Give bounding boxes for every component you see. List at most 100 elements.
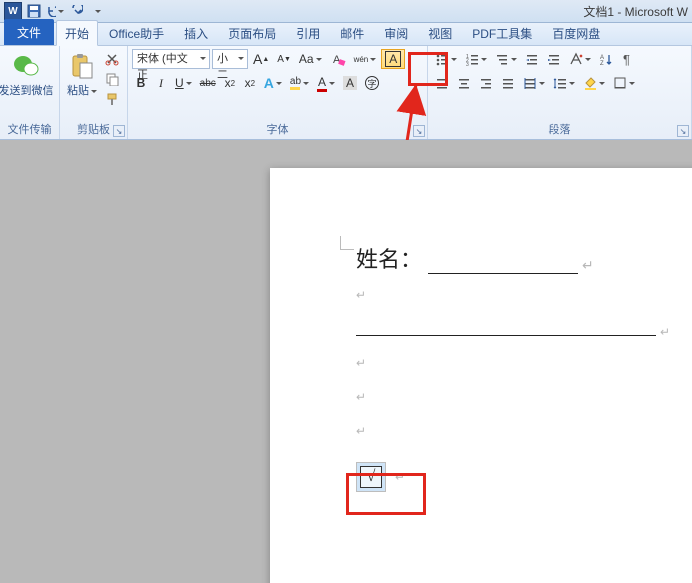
send-to-wechat-button[interactable]: 发送到微信 [4, 49, 48, 101]
line-spacing-button[interactable] [550, 73, 578, 93]
decrease-indent-button[interactable] [522, 49, 542, 69]
tab-home[interactable]: 开始 [56, 20, 98, 46]
clipboard-launcher[interactable]: ↘ [113, 125, 125, 137]
document-workspace: 姓名： ↵ ↵ ↵ ↵ ↵ ↵ √ ↵ [0, 140, 692, 583]
empty-para-4: ↵ [356, 424, 692, 444]
checkbox-para: √ ↵ [356, 462, 692, 492]
superscript-button[interactable]: x2 [241, 73, 259, 93]
clear-formatting-button[interactable]: A [327, 49, 349, 69]
multilevel-list-button[interactable] [492, 49, 520, 69]
paint-bucket-icon [583, 76, 597, 90]
empty-para-3: ↵ [356, 390, 692, 410]
numbering-button[interactable]: 123 [462, 49, 490, 69]
paste-icon [68, 52, 96, 80]
app-icon[interactable]: W [4, 2, 22, 20]
group-font: 宋体 (中文正 小二 A▲ A▼ Aa A wén A B I U abc [128, 46, 428, 139]
sort-button[interactable]: AZ [596, 49, 616, 69]
undo-icon[interactable] [46, 2, 64, 20]
name-label: 姓名： [356, 242, 422, 274]
clear-format-icon: A [330, 52, 346, 66]
ribbon-tabs: 文件 开始 Office助手 插入 页面布局 引用 邮件 审阅 视图 PDF工具… [0, 23, 692, 46]
line-name: 姓名： ↵ [356, 242, 692, 274]
align-right-button[interactable] [476, 73, 496, 93]
show-marks-button[interactable]: ¶ [618, 49, 638, 69]
font-name-dropdown[interactable]: 宋体 (中文正 [132, 49, 210, 69]
content-control-checkbox[interactable]: √ [356, 462, 386, 492]
empty-para-2: ↵ [356, 356, 692, 376]
asian-layout-button[interactable] [566, 49, 594, 69]
tab-review[interactable]: 审阅 [375, 20, 417, 45]
increase-indent-button[interactable] [544, 49, 564, 69]
asian-layout-icon [569, 52, 583, 66]
italic-button[interactable]: I [152, 73, 170, 93]
name-underline [428, 256, 578, 274]
format-painter-button[interactable] [102, 89, 122, 109]
multilevel-icon [495, 52, 509, 66]
enclose-characters-button[interactable]: 字 [362, 73, 382, 93]
tab-mailings[interactable]: 邮件 [331, 20, 373, 45]
character-border-button[interactable]: A [381, 49, 405, 69]
font-size-value: 小二 [217, 53, 228, 81]
ribbon: 发送到微信 文件传输 粘贴 [0, 46, 692, 140]
tab-references[interactable]: 引用 [287, 20, 329, 45]
numbering-icon: 123 [465, 52, 479, 66]
tab-pdf-tools[interactable]: PDF工具集 [463, 20, 541, 45]
tab-insert[interactable]: 插入 [175, 20, 217, 45]
align-justify-button[interactable] [498, 73, 518, 93]
highlight-color-button[interactable]: ab [287, 73, 312, 93]
qat-customize-icon[interactable] [88, 2, 106, 20]
margin-mark-icon [340, 236, 354, 250]
send-to-wechat-label: 发送到微信 [0, 82, 54, 98]
group-label-font: 字体 [132, 120, 423, 139]
align-left-button[interactable] [432, 73, 452, 93]
font-size-dropdown[interactable]: 小二 [212, 49, 248, 69]
group-label-paragraph: 段落 [432, 120, 687, 139]
tab-view[interactable]: 视图 [419, 20, 461, 45]
empty-para-1: ↵ [356, 288, 692, 308]
shading-button[interactable] [580, 73, 608, 93]
wechat-icon [12, 52, 40, 80]
align-distribute-button[interactable] [520, 73, 548, 93]
svg-text:3: 3 [466, 62, 469, 66]
borders-button[interactable] [610, 73, 638, 93]
document-page[interactable]: 姓名： ↵ ↵ ↵ ↵ ↵ ↵ √ ↵ [270, 168, 692, 583]
pilcrow-icon: ¶ [621, 52, 635, 66]
paragraph-launcher[interactable]: ↘ [677, 125, 689, 137]
text-effects-button[interactable]: A [261, 73, 285, 93]
tab-file[interactable]: 文件 [4, 19, 54, 45]
brush-icon [105, 92, 119, 106]
grow-font-button[interactable]: A▲ [250, 49, 272, 69]
copy-icon [105, 72, 119, 86]
quick-access-toolbar: W [0, 2, 106, 20]
scissors-icon [105, 52, 119, 66]
copy-button[interactable] [102, 69, 122, 89]
save-icon[interactable] [25, 2, 43, 20]
underline-button[interactable]: U [172, 73, 195, 93]
sort-icon: AZ [599, 52, 613, 66]
bullets-icon [435, 52, 449, 66]
font-launcher[interactable]: ↘ [413, 125, 425, 137]
strikethrough-button[interactable]: abc [197, 73, 219, 93]
rule-line: ↵ [356, 322, 692, 342]
bullets-button[interactable] [432, 49, 460, 69]
paste-button[interactable]: 粘贴 [64, 49, 100, 101]
inc-indent-icon [547, 52, 561, 66]
redo-icon[interactable] [67, 2, 85, 20]
tab-baidu-netdisk[interactable]: 百度网盘 [543, 20, 609, 45]
tab-office-assistant[interactable]: Office助手 [100, 20, 173, 45]
svg-text:¶: ¶ [623, 52, 630, 66]
phonetic-guide-button[interactable]: wén [351, 49, 380, 69]
dec-indent-icon [525, 52, 539, 66]
group-label-file-transfer: 文件传输 [4, 120, 55, 139]
character-shading-button[interactable]: A [340, 73, 360, 93]
font-color-button[interactable]: A [314, 73, 338, 93]
group-paragraph: 123 AZ [428, 46, 692, 139]
tab-page-layout[interactable]: 页面布局 [219, 20, 285, 45]
group-file-transfer: 发送到微信 文件传输 [0, 46, 60, 139]
shrink-font-button[interactable]: A▼ [274, 49, 294, 69]
align-center-button[interactable] [454, 73, 474, 93]
cut-button[interactable] [102, 49, 122, 69]
paste-label: 粘贴 [67, 82, 97, 98]
change-case-button[interactable]: Aa [296, 49, 325, 69]
checkbox-mark: √ [360, 466, 382, 488]
